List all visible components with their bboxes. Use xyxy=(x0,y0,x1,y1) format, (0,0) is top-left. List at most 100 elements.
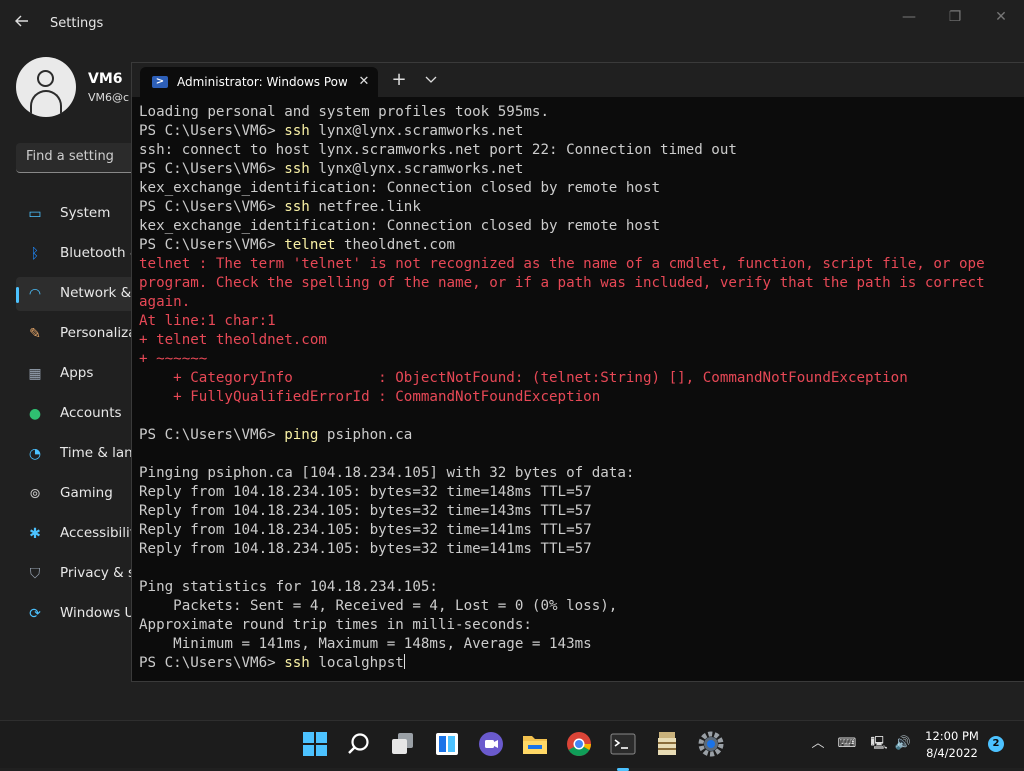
chevron-up-icon[interactable]: ︿ xyxy=(808,735,828,753)
archive-app-button[interactable] xyxy=(652,729,682,759)
prompt: PS C:\Users\VM6> xyxy=(139,123,285,139)
sidebar-item-7[interactable]: ⊚ Gaming xyxy=(16,477,136,511)
windows-logo-icon xyxy=(303,732,327,756)
sidebar-item-8[interactable]: ✱ Accessibility xyxy=(16,517,143,551)
close-button[interactable]: ✕ xyxy=(978,6,1024,28)
accessibility-icon: ✱ xyxy=(29,526,41,542)
settings-button[interactable] xyxy=(696,729,726,759)
terminal-command-line: PS C:\Users\VM6> ssh localghpst xyxy=(139,654,1019,673)
avatar[interactable] xyxy=(16,57,76,117)
file-explorer-button[interactable] xyxy=(520,729,550,759)
sidebar-item-0[interactable]: ▭ System xyxy=(16,197,136,231)
sidebar-item-6[interactable]: ◔ Time & lang xyxy=(16,437,141,471)
user-name: VM6 xyxy=(88,71,123,87)
command-args: netfree.link xyxy=(309,199,421,215)
terminal-command-line: PS C:\Users\VM6> ssh lynx@lynx.scramwork… xyxy=(139,122,1019,141)
powershell-icon: > xyxy=(152,76,168,88)
command-name: ssh xyxy=(284,123,310,139)
terminal-error-line: + ~~~~~~ xyxy=(139,351,208,367)
terminal-output-line: Approximate round trip times in milli-se… xyxy=(139,617,532,633)
sidebar-item-9[interactable]: ⛉ Privacy & se xyxy=(16,557,144,591)
prompt: PS C:\Users\VM6> xyxy=(139,427,285,443)
prompt: PS C:\Users\VM6> xyxy=(139,199,285,215)
clock-globe-icon: ◔ xyxy=(28,446,42,462)
prompt: PS C:\Users\VM6> xyxy=(139,237,285,253)
terminal-error-line: + CategoryInfo : ObjectNotFound: (telnet… xyxy=(139,370,908,386)
terminal-tab[interactable]: > Administrator: Windows PowerS ✕ xyxy=(140,67,378,97)
gear-icon xyxy=(698,731,724,757)
terminal-output-line: Minimum = 141ms, Maximum = 148ms, Averag… xyxy=(139,636,592,652)
command-name: ssh xyxy=(284,655,310,671)
command-args: psiphon.ca xyxy=(318,427,413,443)
widgets-button[interactable] xyxy=(432,729,462,759)
back-button[interactable] xyxy=(14,13,34,35)
start-button[interactable] xyxy=(300,729,330,759)
sidebar-item-label: Windows U xyxy=(60,605,135,621)
terminal-icon xyxy=(610,733,636,755)
terminal-output-line: Pinging psiphon.ca [104.18.234.105] with… xyxy=(139,465,635,481)
terminal-window[interactable]: > Administrator: Windows PowerS ✕ + Load… xyxy=(131,62,1024,682)
sync-icon: ⟳ xyxy=(29,606,41,622)
sidebar-item-label: Network & xyxy=(60,285,132,301)
new-tab-button[interactable]: + xyxy=(387,69,411,91)
terminal-output[interactable]: Loading personal and system profiles too… xyxy=(139,103,1019,681)
terminal-output-line: Loading personal and system profiles too… xyxy=(139,104,549,120)
sidebar-item-2[interactable]: ◠ Network & xyxy=(16,277,136,311)
terminal-command-line: PS C:\Users\VM6> ssh netfree.link xyxy=(139,198,1019,217)
sidebar-item-5[interactable]: ● Accounts xyxy=(16,397,136,431)
gamepad-icon: ⊚ xyxy=(29,486,41,502)
terminal-output-line: kex_exchange_identification: Connection … xyxy=(139,180,661,196)
terminal-output-line: Packets: Sent = 4, Received = 4, Lost = … xyxy=(139,598,618,614)
command-args: theoldnet.com xyxy=(335,237,456,253)
terminal-output-line: Reply from 104.18.234.105: bytes=32 time… xyxy=(139,541,592,557)
sidebar-item-3[interactable]: ✎ Personalizat xyxy=(16,317,142,351)
keyboard-icon[interactable]: ⌨ xyxy=(836,735,858,753)
chrome-button[interactable] xyxy=(564,729,594,759)
task-view-button[interactable] xyxy=(388,729,418,759)
command-args: localghpst xyxy=(309,655,404,671)
notification-badge[interactable]: 2 xyxy=(988,736,1004,752)
sidebar-item-10[interactable]: ⟳ Windows U xyxy=(16,597,136,631)
teams-chat-button[interactable] xyxy=(476,729,506,759)
terminal-error-line: telnet : The term 'telnet' is not recogn… xyxy=(139,256,985,272)
person-icon: ● xyxy=(28,406,42,422)
settings-title: Settings xyxy=(50,16,104,31)
clock-time[interactable]: 12:00 PM xyxy=(922,729,982,743)
sidebar-item-1[interactable]: ᛒ Bluetooth & xyxy=(16,237,141,271)
search-button[interactable] xyxy=(344,729,374,759)
tab-close-icon[interactable]: ✕ xyxy=(355,73,373,91)
user-email: VM6@c xyxy=(88,91,130,104)
terminal-error-line: + telnet theoldnet.com xyxy=(139,332,327,348)
terminal-output-line: Ping statistics for 104.18.234.105: xyxy=(139,579,438,595)
search-placeholder: Find a setting xyxy=(26,149,114,164)
terminal-command-line: PS C:\Users\VM6> telnet theoldnet.com xyxy=(139,236,1019,255)
task-view-icon xyxy=(392,733,413,754)
terminal-error-line: program. Check the spelling of the name,… xyxy=(139,275,985,291)
terminal-button[interactable] xyxy=(608,729,638,771)
prompt: PS C:\Users\VM6> xyxy=(139,655,285,671)
terminal-command-line: PS C:\Users\VM6> ping psiphon.ca xyxy=(139,426,1019,445)
network-icon[interactable]: 🖳 xyxy=(868,735,890,753)
terminal-error-line: again. xyxy=(139,294,191,310)
command-name: ssh xyxy=(284,161,310,177)
settings-search-input[interactable]: Find a setting xyxy=(16,143,146,173)
terminal-output-line: Reply from 104.18.234.105: bytes=32 time… xyxy=(139,522,592,538)
maximize-button[interactable]: ❐ xyxy=(932,6,978,28)
bluetooth-icon: ᛒ xyxy=(30,246,40,262)
chat-camera-icon xyxy=(479,732,503,756)
text-cursor xyxy=(403,654,405,669)
clock-date[interactable]: 8/4/2022 xyxy=(922,746,982,760)
volume-icon[interactable]: 🔊 xyxy=(892,735,914,753)
command-args: lynx@lynx.scramworks.net xyxy=(309,123,524,139)
sidebar-item-label: Time & lang xyxy=(60,445,142,461)
terminal-output-line: kex_exchange_identification: Connection … xyxy=(139,218,661,234)
terminal-output-line: ssh: connect to host lynx.scramworks.net… xyxy=(139,142,737,158)
chevron-down-icon[interactable] xyxy=(419,69,443,91)
minimize-button[interactable]: — xyxy=(886,6,932,28)
tab-title: Administrator: Windows PowerS xyxy=(177,75,347,89)
sidebar-item-4[interactable]: ▦ Apps xyxy=(16,357,136,391)
terminal-titlebar[interactable]: > Administrator: Windows PowerS ✕ + xyxy=(132,63,1024,97)
command-args: lynx@lynx.scramworks.net xyxy=(309,161,524,177)
